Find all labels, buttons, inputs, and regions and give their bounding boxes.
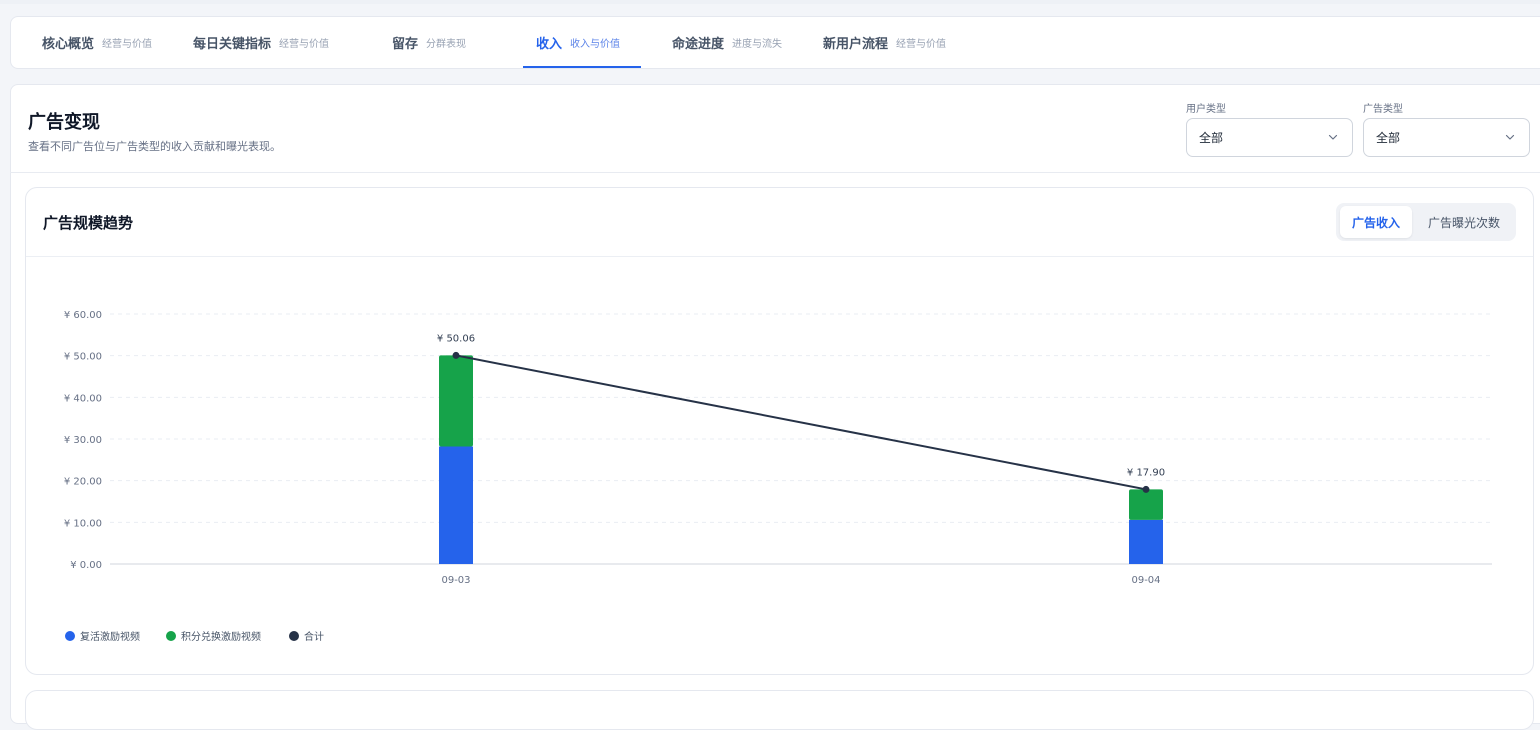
- y-tick-label: ¥ 0.00: [70, 560, 102, 571]
- ad-revenue-chart: ¥ 0.00 ¥ 10.00 ¥ 20.00 ¥ 30.00 ¥ 40.00 ¥ 50.0…: [64, 310, 1492, 586]
- total-point: [452, 351, 460, 359]
- bar-segment: [1129, 489, 1163, 520]
- y-tick-label: ¥ 30.00: [64, 435, 102, 446]
- legend-label: 复活激励视频: [80, 632, 140, 643]
- bar-segment: [439, 355, 473, 447]
- y-tick-label: ¥ 50.00: [64, 352, 102, 363]
- legend-dot: [65, 630, 75, 641]
- next-card: [25, 690, 1534, 730]
- bar-segment: [439, 446, 473, 564]
- bar-segment: [1129, 519, 1163, 564]
- total-point: [1142, 485, 1150, 493]
- legend-dot: [289, 630, 299, 641]
- legend-item-total[interactable]: 合计: [289, 628, 324, 643]
- x-tick-label: 09-04: [1131, 575, 1160, 586]
- y-tick-label: ¥ 40.00: [64, 393, 102, 404]
- legend-label: 积分兑换激励视频: [181, 632, 261, 643]
- total-line: [455, 354, 1147, 491]
- legend-label: 合计: [304, 632, 324, 643]
- y-tick-label: ¥ 10.00: [64, 518, 102, 529]
- y-tick-label: ¥ 20.00: [64, 477, 102, 488]
- legend-dot: [166, 630, 176, 641]
- x-tick-label: 09-03: [441, 575, 470, 586]
- legend-item-points-video[interactable]: 积分兑换激励视频: [166, 628, 261, 643]
- data-label: ¥ 17.90: [1127, 467, 1165, 478]
- y-tick-label: ¥ 60.00: [64, 310, 102, 321]
- legend-item-revive-video[interactable]: 复活激励视频: [65, 628, 140, 643]
- data-label: ¥ 50.06: [437, 333, 475, 344]
